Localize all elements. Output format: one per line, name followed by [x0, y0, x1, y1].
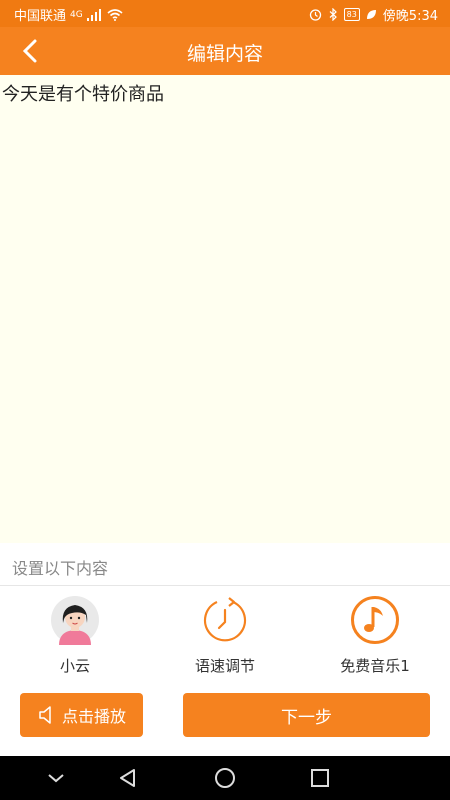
- network-badge: 4G: [70, 9, 83, 20]
- next-button-label: 下一步: [281, 707, 332, 728]
- alarm-icon: [309, 9, 321, 21]
- recents-icon[interactable]: [308, 766, 332, 790]
- settings-label: 设置以下内容: [12, 559, 109, 578]
- speaker-icon: [39, 706, 51, 724]
- play-button[interactable]: 点击播放: [20, 693, 143, 737]
- page-title: 编辑内容: [186, 43, 263, 65]
- back-icon[interactable]: [116, 766, 140, 790]
- carrier-label: 中国联通: [14, 9, 67, 24]
- play-button-label: 点击播放: [61, 707, 126, 726]
- content-editor[interactable]: 今天是有个特价商品: [0, 75, 450, 543]
- next-button[interactable]: 下一步: [183, 693, 430, 737]
- app-bar: 编辑内容: [0, 27, 450, 75]
- music-option[interactable]: 免费音乐1: [300, 595, 450, 676]
- voice-option-label: 小云: [59, 657, 90, 675]
- speed-option-label: 语速调节: [194, 657, 255, 675]
- leaf-icon: [366, 10, 376, 19]
- editor-text[interactable]: 今天是有个特价商品: [2, 80, 164, 106]
- speed-clock-icon: [203, 597, 247, 642]
- speed-option[interactable]: 语速调节: [150, 595, 300, 676]
- collapse-icon[interactable]: [44, 766, 68, 790]
- avatar-girl-icon: [51, 596, 99, 645]
- divider: [0, 585, 450, 586]
- clock-label: 傍晚5:34: [382, 9, 438, 24]
- voice-option[interactable]: 小云: [0, 595, 150, 676]
- home-icon[interactable]: [213, 766, 237, 790]
- signal-icon: [86, 8, 101, 21]
- music-note-icon: [351, 596, 399, 644]
- bluetooth-icon: [329, 8, 337, 21]
- navigation-bar: [0, 756, 450, 800]
- battery-icon: 83: [343, 8, 360, 21]
- music-option-label: 免费音乐1: [340, 657, 410, 675]
- status-bar: 中国联通 4G 83 傍晚5:34: [0, 0, 450, 27]
- wifi-icon: [107, 8, 123, 21]
